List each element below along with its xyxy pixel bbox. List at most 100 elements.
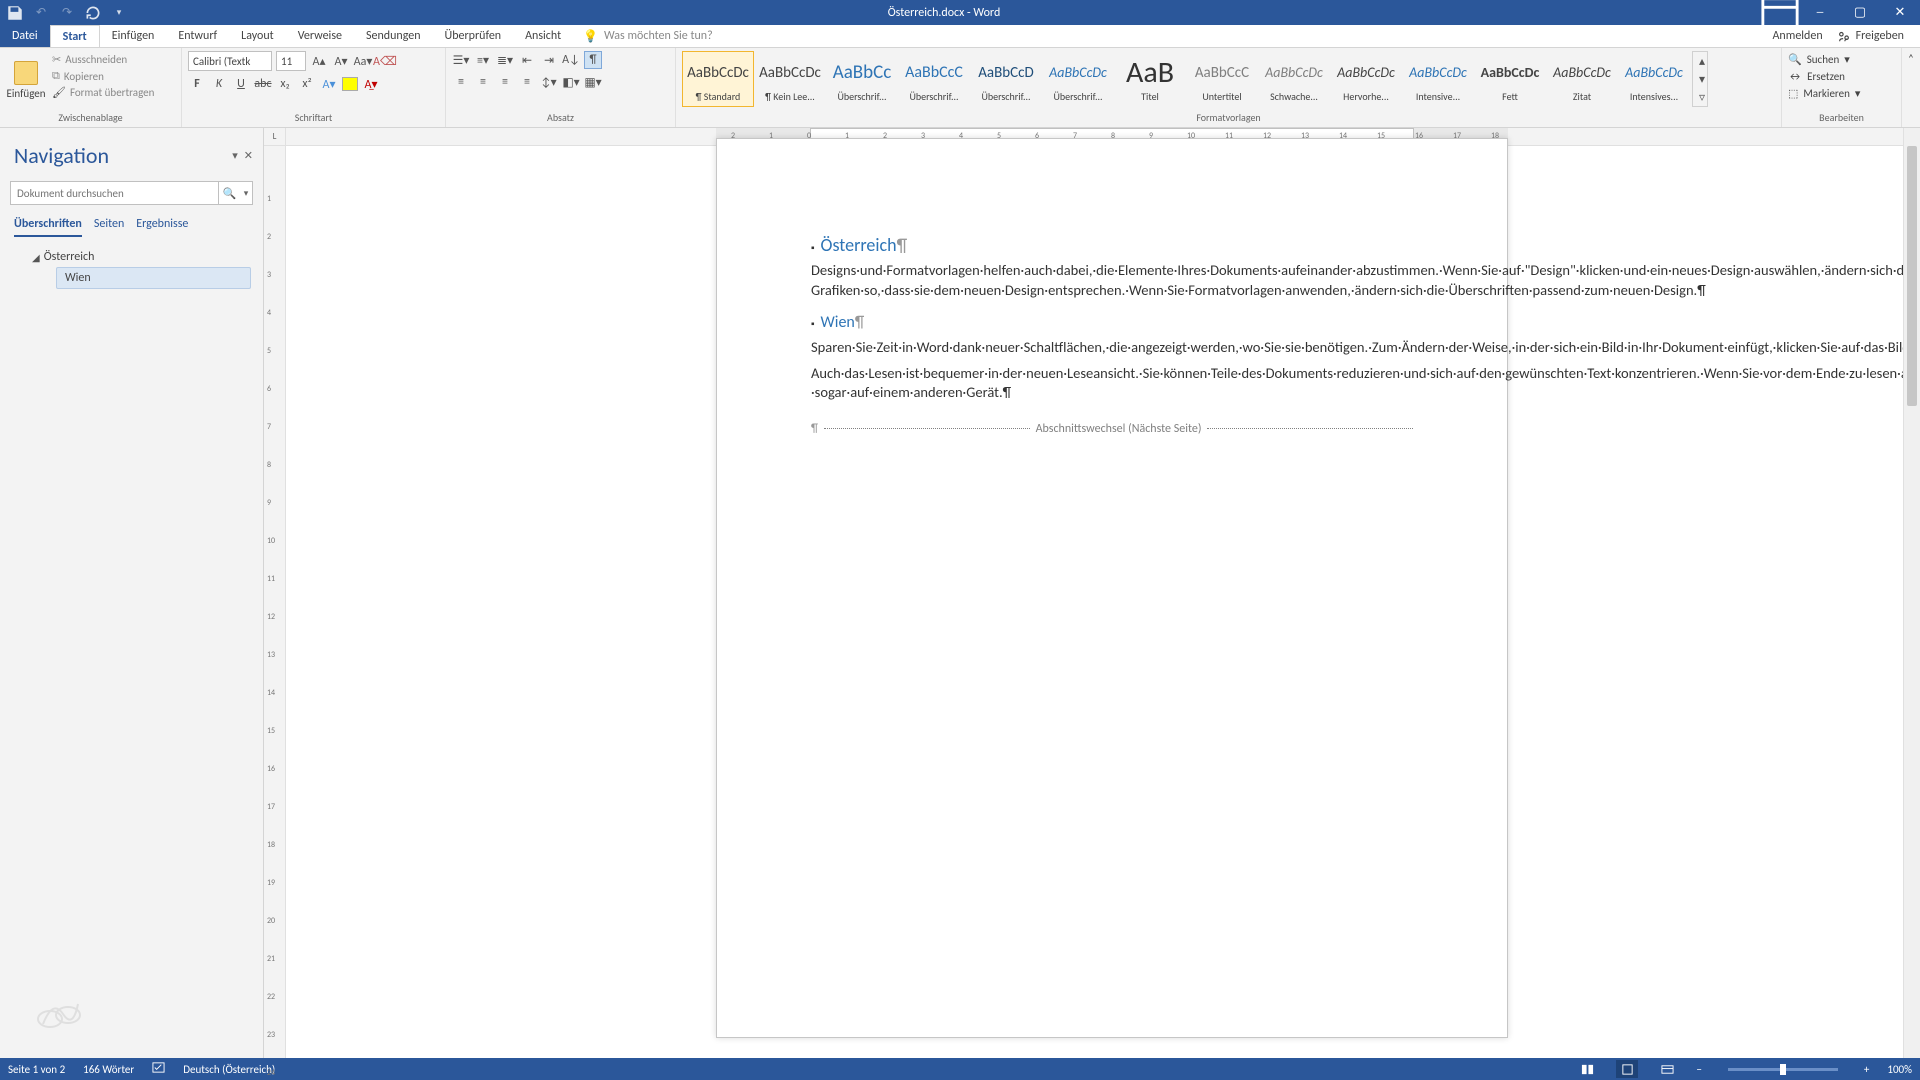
search-dropdown-icon[interactable]: ▾ [244, 188, 249, 199]
nav-close-icon[interactable]: ✕ [244, 149, 253, 162]
zoom-slider[interactable] [1728, 1068, 1838, 1071]
status-page[interactable]: Seite 1 von 2 [8, 1063, 65, 1076]
status-words[interactable]: 166 Wörter [83, 1063, 134, 1076]
tab-insert[interactable]: Einfügen [100, 25, 167, 47]
shading-icon[interactable]: ◧▾ [562, 73, 580, 91]
styles-more-icon[interactable]: ▿ [1693, 88, 1711, 106]
zoom-out-icon[interactable]: − [1696, 1063, 1701, 1076]
maximize-icon[interactable]: ▢ [1840, 0, 1880, 25]
zoom-in-icon[interactable]: + [1864, 1063, 1869, 1076]
format-painter-button[interactable]: 🖌 Format übertragen [52, 86, 154, 99]
line-spacing-icon[interactable]: ↕▾ [540, 73, 558, 91]
align-center-icon[interactable]: ≡ [474, 73, 492, 91]
style-item[interactable]: AaBbCcDc¶ Kein Lee... [754, 51, 826, 107]
sort-icon[interactable]: A↓ [562, 51, 580, 69]
style-item[interactable]: AaBTitel [1114, 51, 1186, 107]
style-gallery[interactable]: AaBbCcDc¶ StandardAaBbCcDc¶ Kein Lee...A… [682, 51, 1690, 107]
zoom-slider-thumb[interactable] [1780, 1064, 1786, 1075]
tab-review[interactable]: Überprüfen [433, 25, 514, 47]
status-language[interactable]: Deutsch (Österreich) [183, 1063, 275, 1076]
status-proofing-icon[interactable] [152, 1061, 165, 1077]
style-gallery-scroll[interactable]: ▴ ▾ ▿ [1692, 51, 1708, 107]
find-button[interactable]: 🔍 Suchen ▾ [1788, 53, 1860, 66]
tree-node-child[interactable]: Wien [56, 267, 251, 289]
superscript-icon[interactable]: x² [298, 75, 316, 93]
replace-button[interactable]: ↔ Ersetzen [1788, 70, 1860, 83]
subscript-icon[interactable]: x₂ [276, 75, 294, 93]
show-marks-icon[interactable]: ¶ [584, 51, 602, 69]
share-button[interactable]: Freigeben [1837, 29, 1904, 43]
style-item[interactable]: AaBbCcDcFett [1474, 51, 1546, 107]
vertical-scrollbar[interactable] [1903, 128, 1920, 1058]
bold-icon[interactable]: F [188, 75, 206, 93]
style-item[interactable]: AaBbCcDÜberschrif... [970, 51, 1042, 107]
underline-icon[interactable]: U [232, 75, 250, 93]
refresh-icon[interactable] [84, 4, 102, 22]
tab-layout[interactable]: Layout [229, 25, 286, 47]
tab-file[interactable]: Datei [0, 25, 50, 47]
bullets-icon[interactable]: ☰▾ [452, 51, 470, 69]
style-item[interactable]: AaBbCcDc¶ Standard [682, 51, 754, 107]
change-case-icon[interactable]: Aa▾ [354, 52, 372, 70]
style-item[interactable]: AaBbCcDcÜberschrif... [1042, 51, 1114, 107]
font-color-icon[interactable]: A̲▾ [362, 75, 380, 93]
strike-icon[interactable]: abc [254, 75, 272, 93]
minimize-icon[interactable]: ─ [1800, 0, 1840, 25]
select-button[interactable]: ⬚ Markieren ▾ [1788, 87, 1860, 100]
signin-link[interactable]: Anmelden [1772, 29, 1822, 43]
view-web-icon[interactable] [1656, 1060, 1678, 1078]
ruler-corner[interactable]: L [264, 128, 286, 146]
zoom-level[interactable]: 100% [1887, 1063, 1912, 1076]
increase-indent-icon[interactable]: ⇥ [540, 51, 558, 69]
font-name-combo[interactable]: Calibri (Textk [188, 51, 272, 71]
tell-me-search[interactable]: 💡 Was möchten Sie tun? [573, 25, 713, 47]
collapse-ribbon-icon[interactable]: ˄ [1902, 48, 1920, 127]
multilevel-icon[interactable]: ≣▾ [496, 51, 514, 69]
shrink-font-icon[interactable]: A▾ [332, 52, 350, 70]
view-read-icon[interactable] [1576, 1060, 1598, 1078]
ribbon-display-icon[interactable] [1760, 0, 1800, 25]
style-item[interactable]: AaBbCcDcHervorhe... [1330, 51, 1402, 107]
style-item[interactable]: AaBbCcCUntertitel [1186, 51, 1258, 107]
nav-search-input[interactable] [10, 181, 219, 205]
vertical-ruler[interactable]: /*grads added below*/ 123456789101112131… [264, 146, 286, 1058]
justify-icon[interactable]: ≡ [518, 73, 536, 91]
style-item[interactable]: AaBbCcÜberschrif... [826, 51, 898, 107]
collapse-arrow-icon[interactable]: ◢ [32, 251, 40, 264]
grow-font-icon[interactable]: A▴ [310, 52, 328, 70]
style-item[interactable]: AaBbCcDcSchwache... [1258, 51, 1330, 107]
style-item[interactable]: AaBbCcDcIntensives... [1618, 51, 1690, 107]
italic-icon[interactable]: K [210, 75, 228, 93]
decrease-indent-icon[interactable]: ⇤ [518, 51, 536, 69]
close-icon[interactable]: ✕ [1880, 0, 1920, 25]
borders-icon[interactable]: ▦▾ [584, 73, 602, 91]
style-item[interactable]: AaBbCcDcIntensive... [1402, 51, 1474, 107]
scrollbar-thumb[interactable] [1907, 146, 1917, 406]
text-effects-icon[interactable]: A▾ [320, 75, 338, 93]
style-item[interactable]: AaBbCcDcZitat [1546, 51, 1618, 107]
paste-button[interactable]: Einfügen [6, 51, 46, 109]
numbering-icon[interactable]: ≡▾ [474, 51, 492, 69]
style-item[interactable]: AaBbCcCÜberschrif... [898, 51, 970, 107]
highlight-icon[interactable] [342, 77, 358, 91]
tab-view[interactable]: Ansicht [513, 25, 573, 47]
tab-mailings[interactable]: Sendungen [354, 25, 433, 47]
align-right-icon[interactable]: ≡ [496, 73, 514, 91]
navtab-pages[interactable]: Seiten [94, 217, 124, 237]
document-page[interactable]: Österreich¶ Designs·und·Formatvorlagen·h… [716, 138, 1508, 1038]
nav-dropdown-icon[interactable]: ▾ [232, 149, 238, 162]
tab-start[interactable]: Start [50, 25, 100, 47]
font-size-combo[interactable]: 11 [276, 51, 306, 71]
search-icon[interactable]: 🔍 [223, 187, 237, 200]
align-left-icon[interactable]: ≡ [452, 73, 470, 91]
redo-icon[interactable]: ↷ [58, 4, 76, 22]
clear-format-icon[interactable]: A⌫ [376, 52, 394, 70]
save-icon[interactable] [6, 4, 24, 22]
undo-icon[interactable]: ↶ [32, 4, 50, 22]
styles-down-icon[interactable]: ▾ [1693, 70, 1711, 88]
navtab-headings[interactable]: Überschriften [14, 217, 82, 237]
tree-node-root[interactable]: ◢Österreich [22, 247, 251, 267]
view-print-icon[interactable] [1616, 1060, 1638, 1078]
styles-up-icon[interactable]: ▴ [1693, 52, 1711, 70]
tab-design[interactable]: Entwurf [166, 25, 229, 47]
